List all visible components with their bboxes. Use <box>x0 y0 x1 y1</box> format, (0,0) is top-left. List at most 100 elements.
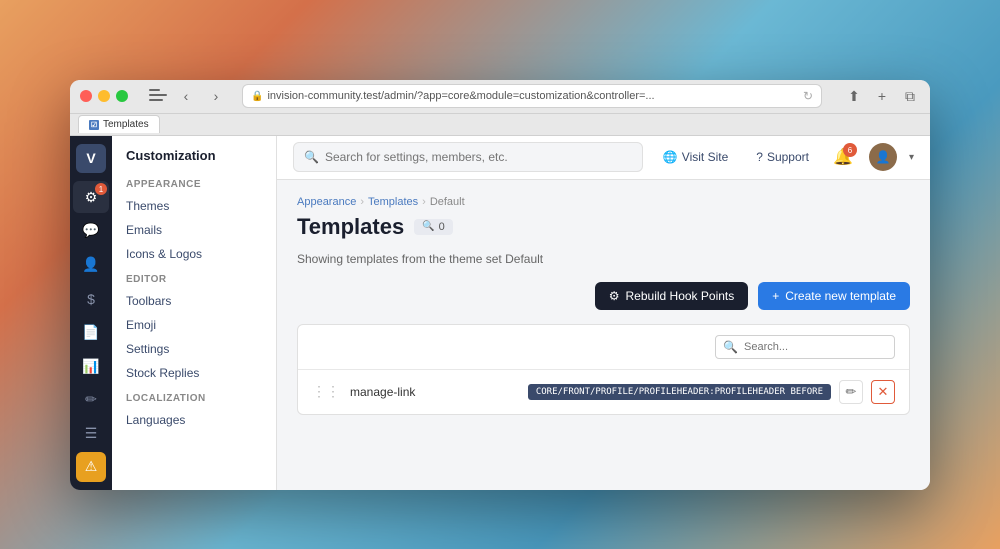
user-icon: 👤 <box>82 256 99 273</box>
action-row: ⚙ Rebuild Hook Points + Create new templ… <box>297 282 910 310</box>
sidebar-icon-user[interactable]: 👤 <box>73 249 109 281</box>
top-bar-actions: 🌐 Visit Site ? Support 🔔 6 👤 ▾ <box>655 143 914 171</box>
top-bar: 🔍 🌐 Visit Site ? Support 🔔 6 <box>277 136 930 180</box>
sidebar-icon-chart[interactable]: 📊 <box>73 350 109 382</box>
chat-icon: 💬 <box>82 222 99 239</box>
tab-favicon: ☑ <box>89 120 99 130</box>
edit-template-button[interactable]: ✏ <box>839 380 863 404</box>
count-search-icon: 🔍 <box>422 221 434 232</box>
visit-site-label: Visit Site <box>682 150 728 164</box>
add-tab-button[interactable]: + <box>872 86 892 106</box>
template-search-icon: 🔍 <box>723 340 738 354</box>
browser-titlebar: ‹ › 🔒 invision-community.test/admin/?app… <box>70 80 930 114</box>
back-button[interactable]: ‹ <box>174 84 198 108</box>
sidebar-icon-pen[interactable]: ✏ <box>73 384 109 416</box>
pen-icon: ✏ <box>85 391 97 408</box>
icon-sidebar: V ⚙ 1 💬 👤 $ 📄 📊 ✏ <box>70 136 112 490</box>
nav-sidebar-title: Customization <box>112 148 276 171</box>
sidebar-icon-file[interactable]: 📄 <box>73 316 109 348</box>
search-icon: 🔍 <box>304 150 319 164</box>
forward-button[interactable]: › <box>204 84 228 108</box>
lock-icon: 🔒 <box>251 91 263 102</box>
support-button[interactable]: ? Support <box>748 146 817 168</box>
visit-site-button[interactable]: 🌐 Visit Site <box>655 146 736 168</box>
main-content: 🔍 🌐 Visit Site ? Support 🔔 6 <box>277 136 930 490</box>
avatar-image: 👤 <box>875 150 890 164</box>
avatar-chevron-icon[interactable]: ▾ <box>909 152 914 163</box>
warning-icon-button[interactable]: ⚠ <box>76 452 106 482</box>
chart-icon: 📊 <box>82 358 99 375</box>
template-search-input[interactable] <box>715 335 895 359</box>
nav-item-languages[interactable]: Languages <box>112 408 276 432</box>
drag-handle-icon[interactable]: ⋮⋮ <box>312 383 340 400</box>
breadcrumb-templates[interactable]: Templates <box>368 196 418 208</box>
nav-item-toolbars[interactable]: Toolbars <box>112 289 276 313</box>
sidebar-icon-chat[interactable]: 💬 <box>73 215 109 247</box>
table-row: ⋮⋮ manage-link CORE/FRONT/PROFILE/PROFIL… <box>298 370 909 414</box>
delete-template-button[interactable]: ✕ <box>871 380 895 404</box>
template-actions: CORE/FRONT/PROFILE/PROFILEHEADER:PROFILE… <box>528 380 895 404</box>
breadcrumb-sep-2: › <box>422 196 426 208</box>
browser-window: ‹ › 🔒 invision-community.test/admin/?app… <box>70 80 930 490</box>
tabs-button[interactable]: ⧉ <box>900 86 920 106</box>
close-button[interactable] <box>80 90 92 102</box>
count-badge: 🔍 0 <box>414 219 453 235</box>
dollar-icon: $ <box>87 291 95 307</box>
nav-section-appearance: APPEARANCE <box>112 171 276 194</box>
app-logo[interactable]: V <box>76 144 106 174</box>
nav-section-editor: EDITOR <box>112 266 276 289</box>
nav-item-icons-logos[interactable]: Icons & Logos <box>112 242 276 266</box>
sidebar-icon-bottom: ⚠ <box>76 452 106 482</box>
maximize-button[interactable] <box>116 90 128 102</box>
edit-icon: ✏ <box>846 384 857 400</box>
avatar[interactable]: 👤 <box>869 143 897 171</box>
url-text: invision-community.test/admin/?app=core&… <box>267 90 654 102</box>
nav-section-localization: LOCALIZATION <box>112 385 276 408</box>
reload-icon: ↻ <box>803 89 813 103</box>
share-button[interactable]: ⬆ <box>844 86 864 106</box>
rebuild-hook-points-button[interactable]: ⚙ Rebuild Hook Points <box>595 282 749 310</box>
delete-icon: ✕ <box>878 384 889 400</box>
nav-item-stock-replies[interactable]: Stock Replies <box>112 361 276 385</box>
notification-badge: 6 <box>843 143 857 157</box>
nav-item-themes[interactable]: Themes <box>112 194 276 218</box>
support-label: Support <box>767 150 809 164</box>
support-icon: ? <box>756 150 763 164</box>
rebuild-icon: ⚙ <box>609 289 620 303</box>
sidebar-badge: 1 <box>95 183 107 195</box>
warning-icon: ⚠ <box>85 458 98 475</box>
template-key-badge: CORE/FRONT/PROFILE/PROFILEHEADER:PROFILE… <box>528 384 831 400</box>
create-template-button[interactable]: + Create new template <box>758 282 910 310</box>
sidebar-toggle-button[interactable] <box>144 84 168 108</box>
breadcrumb-default: Default <box>430 196 465 208</box>
breadcrumb-sep-1: › <box>360 196 364 208</box>
address-bar[interactable]: 🔒 invision-community.test/admin/?app=cor… <box>242 84 822 108</box>
globe-icon: 🌐 <box>663 150 678 164</box>
sidebar-icon-list[interactable]: ☰ <box>73 418 109 450</box>
browser-controls: ‹ › <box>144 84 228 108</box>
browser-tab[interactable]: ☑ Templates <box>78 115 160 133</box>
create-label: Create new template <box>785 289 896 303</box>
minimize-button[interactable] <box>98 90 110 102</box>
content-area: Appearance › Templates › Default Templat… <box>277 180 930 490</box>
file-icon: 📄 <box>82 324 99 341</box>
nav-item-emoji[interactable]: Emoji <box>112 313 276 337</box>
page-title: Templates <box>297 214 404 240</box>
sidebar-icon-gear[interactable]: ⚙ 1 <box>73 181 109 213</box>
app-container: V ⚙ 1 💬 👤 $ 📄 📊 ✏ <box>70 136 930 490</box>
sidebar-icon-dollar[interactable]: $ <box>73 283 109 315</box>
notification-button[interactable]: 🔔 6 <box>829 143 857 171</box>
breadcrumb: Appearance › Templates › Default <box>297 196 910 208</box>
template-list-header: 🔍 <box>298 325 909 370</box>
tab-label: Templates <box>103 119 149 130</box>
list-icon: ☰ <box>85 425 98 442</box>
global-search-bar[interactable]: 🔍 <box>293 142 643 172</box>
nav-item-settings[interactable]: Settings <box>112 337 276 361</box>
breadcrumb-appearance[interactable]: Appearance <box>297 196 356 208</box>
global-search-input[interactable] <box>325 150 632 164</box>
nav-item-emails[interactable]: Emails <box>112 218 276 242</box>
template-name: manage-link <box>350 385 518 399</box>
rebuild-label: Rebuild Hook Points <box>626 289 735 303</box>
count-value: 0 <box>439 221 445 233</box>
template-list-container: 🔍 ⋮⋮ manage-link CORE/FRONT/PROFILE/PROF… <box>297 324 910 415</box>
